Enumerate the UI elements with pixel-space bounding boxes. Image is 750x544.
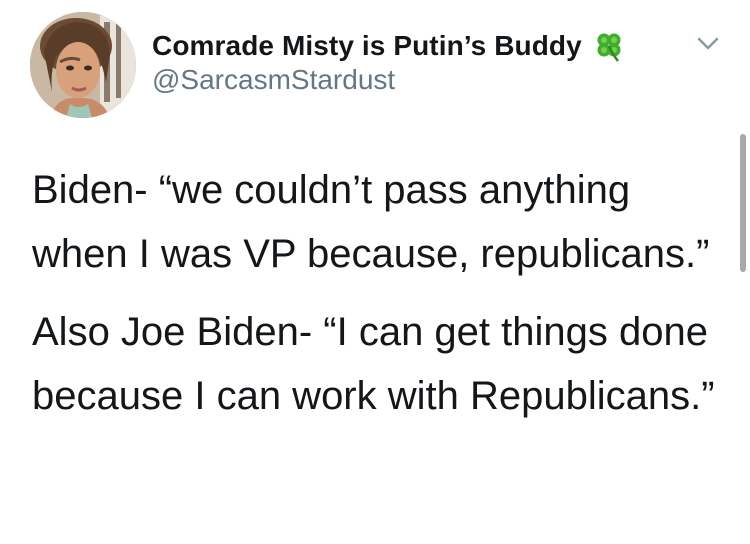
avatar-photo	[30, 12, 136, 118]
four-leaf-clover-icon	[592, 29, 626, 63]
tweet-paragraph: Also Joe Biden- “I can get things done b…	[32, 310, 715, 418]
chevron-down-icon[interactable]	[693, 32, 723, 54]
scroll-indicator[interactable]	[740, 134, 746, 272]
author-name-row[interactable]: Comrade Misty is Putin’s Buddy	[152, 26, 626, 66]
author-handle[interactable]: @SarcasmStardust	[152, 64, 395, 96]
tweet-paragraph: Biden- “we couldn’t pass anything when I…	[32, 168, 710, 276]
tweet-text: Biden- “we couldn’t pass anything when I…	[32, 158, 722, 428]
tweet-card: Comrade Misty is Putin’s Buddy @SarcasmS…	[0, 0, 750, 544]
author-display-name[interactable]: Comrade Misty is Putin’s Buddy	[152, 30, 582, 62]
avatar[interactable]	[30, 12, 136, 118]
